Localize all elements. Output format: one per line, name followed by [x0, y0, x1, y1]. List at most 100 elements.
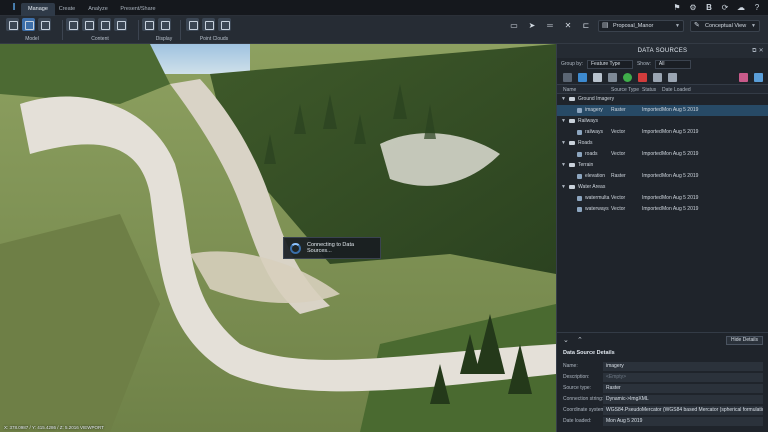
float-panel-icon[interactable]: ⧉: [752, 48, 757, 54]
expand-down-icon[interactable]: ⌄: [563, 336, 569, 344]
add-source-icon[interactable]: [563, 72, 572, 82]
detail-value[interactable]: Dynamic->ImgXML: [603, 395, 763, 404]
proposal-dropdown[interactable]: ▤ Proposal_Manor ▼: [598, 20, 684, 32]
database-icon[interactable]: [578, 72, 587, 82]
tree-group[interactable]: ▼ Terrain: [557, 160, 768, 171]
row-date: Mon Aug 5 2019: [662, 151, 699, 157]
tree-group[interactable]: ▼ Ground Imagery: [557, 94, 768, 105]
theme-icon[interactable]: [754, 72, 763, 82]
column-source-type[interactable]: Source Type: [611, 87, 639, 93]
document-icon[interactable]: [593, 72, 602, 82]
tab-present-share[interactable]: Present/Share: [118, 3, 158, 16]
detail-row-date-loaded: Date loaded: Mon Aug 5 2019: [563, 417, 763, 426]
folder-icon: [569, 141, 575, 145]
chevron-down-icon[interactable]: ▼: [561, 160, 566, 171]
details-toggle-bar: ⌄ ⌃ Hide Details: [557, 332, 768, 346]
ribbon-label-point-clouds[interactable]: Point Clouds: [186, 36, 242, 42]
table-row[interactable]: watermulta Vector Imported Mon Aug 5 201…: [557, 193, 768, 204]
chevron-down-icon[interactable]: ▼: [561, 138, 566, 149]
data-source-tree: ▼ Ground Imagery imagery Raster Imported…: [557, 94, 768, 215]
tab-analyze[interactable]: Analyze: [84, 3, 112, 16]
point-cloud-icon[interactable]: [186, 18, 199, 31]
ribbon-label-content[interactable]: Content: [66, 36, 134, 42]
group-by-select[interactable]: Feature Type: [586, 59, 633, 69]
chevron-down-icon[interactable]: ▼: [561, 94, 566, 105]
tree-group[interactable]: ▼ Roads: [557, 138, 768, 149]
settings-icon[interactable]: ⚙: [688, 3, 698, 13]
table-row[interactable]: elevation Raster Imported Mon Aug 5 2019: [557, 171, 768, 182]
column-name[interactable]: Name: [563, 87, 576, 93]
table-row[interactable]: imagery Raster Imported Mon Aug 5 2019: [557, 105, 768, 116]
row-date: Mon Aug 5 2019: [662, 107, 699, 113]
table-row[interactable]: waterways Vector Imported Mon Aug 5 2019: [557, 204, 768, 215]
detail-value[interactable]: Raster: [603, 384, 763, 393]
point-cloud-edit-icon[interactable]: [218, 18, 231, 31]
edit-source-icon[interactable]: [608, 72, 617, 82]
3d-viewport[interactable]: Connecting to Data Sources... X: 378.098…: [0, 44, 556, 432]
panel-header: DATA SOURCES ⧉ ✕: [557, 44, 768, 58]
refresh-icon[interactable]: [623, 72, 632, 82]
chevron-down-icon[interactable]: ▼: [561, 116, 566, 127]
row-date: Mon Aug 5 2019: [662, 206, 699, 212]
detail-value[interactable]: imagery: [603, 362, 763, 371]
row-name: imagery: [585, 107, 603, 113]
detail-label: Name:: [563, 363, 578, 369]
row-status: Imported: [642, 107, 662, 113]
ribbon-group-point-clouds: Point Clouds: [186, 18, 242, 42]
notification-icon[interactable]: ⚑: [672, 3, 682, 13]
tab-manage[interactable]: Manage: [21, 3, 55, 16]
tree-group[interactable]: ▼ Water Areas: [557, 182, 768, 193]
model-explorer-icon[interactable]: [22, 18, 35, 31]
data-sources-icon[interactable]: [66, 18, 79, 31]
table-icon[interactable]: [82, 18, 95, 31]
view-icon: ✎: [694, 22, 700, 29]
hide-details-button[interactable]: Hide Details: [726, 336, 763, 345]
chevron-down-icon[interactable]: ▼: [561, 182, 566, 193]
table-row[interactable]: railways Vector Imported Mon Aug 5 2019: [557, 127, 768, 138]
terrain-icon[interactable]: [158, 18, 171, 31]
detail-label: Date loaded:: [563, 418, 592, 424]
ribbon-label-model[interactable]: Model: [6, 36, 58, 42]
globe-icon[interactable]: [114, 18, 127, 31]
detail-value[interactable]: WGS84.PseudoMercator (WGS84 based Mercat…: [603, 406, 763, 415]
layers-icon[interactable]: [98, 18, 111, 31]
viewport-status-text: X: 378.0987 / Y: 415.4286 / Z: 5.2016 VI…: [4, 425, 104, 430]
model-properties-icon[interactable]: [38, 18, 51, 31]
remove-icon[interactable]: [638, 72, 647, 82]
row-name: roads: [585, 151, 598, 157]
raster-icon: [577, 108, 582, 113]
close-icon[interactable]: ✕: [759, 48, 764, 54]
copy-icon[interactable]: [653, 72, 662, 82]
detail-value[interactable]: Mon Aug 5 2019: [603, 417, 763, 426]
help-icon[interactable]: ?: [752, 3, 762, 13]
detail-row-connection: Connection string: Dynamic->ImgXML: [563, 395, 763, 404]
sun-icon[interactable]: [142, 18, 155, 31]
export-icon[interactable]: [668, 72, 677, 82]
ribbon: Model Content Display Point Clouds ▭ ➤ ═…: [0, 16, 768, 44]
show-select[interactable]: All: [654, 59, 691, 69]
table-row[interactable]: roads Vector Imported Mon Aug 5 2019: [557, 149, 768, 160]
tools-icon[interactable]: ✕: [562, 20, 574, 32]
detail-value[interactable]: <Empty>: [603, 373, 763, 382]
screen-icon[interactable]: ▭: [508, 20, 520, 32]
collapse-up-icon[interactable]: ⌃: [577, 336, 583, 344]
model-icon[interactable]: [6, 18, 19, 31]
view-dropdown[interactable]: ✎ Conceptual View ▼: [690, 20, 760, 32]
cloud-icon[interactable]: ☁: [736, 3, 746, 13]
terrain-scene: [0, 44, 556, 432]
column-status[interactable]: Status: [642, 87, 656, 93]
panel-title: DATA SOURCES: [637, 48, 688, 54]
row-type: Raster: [611, 107, 626, 113]
tab-create[interactable]: Create: [56, 3, 78, 16]
point-cloud-filter-icon[interactable]: [202, 18, 215, 31]
b-icon[interactable]: B: [704, 3, 714, 13]
sync-icon[interactable]: ⟳: [720, 3, 730, 13]
column-date-loaded[interactable]: Date Loaded: [662, 87, 691, 93]
row-date: Mon Aug 5 2019: [662, 173, 699, 179]
tree-group[interactable]: ▼ Railways: [557, 116, 768, 127]
crop-icon[interactable]: ⊏: [580, 20, 592, 32]
cursor-icon[interactable]: ➤: [526, 20, 538, 32]
style-icon[interactable]: [739, 72, 748, 82]
vector-icon: [577, 207, 582, 212]
measure-icon[interactable]: ═: [544, 20, 556, 32]
